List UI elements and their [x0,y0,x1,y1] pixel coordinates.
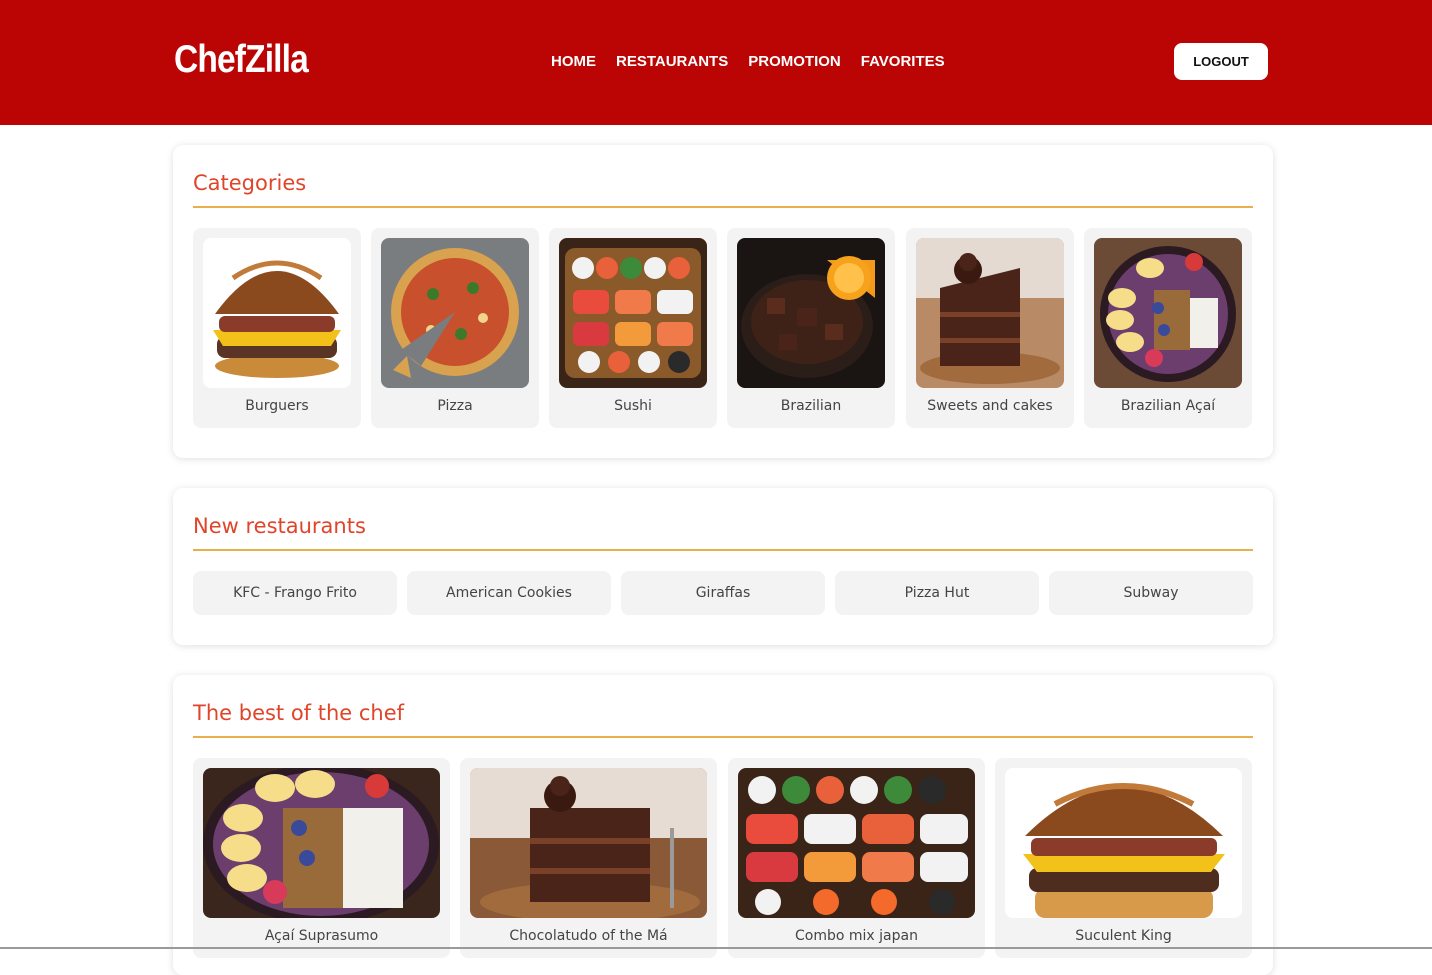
cake-image [916,238,1064,388]
sushi-image [559,238,707,388]
main-nav: HOME RESTAURANTS PROMOTION FAVORITES [551,52,945,72]
section-title: New restaurants [193,514,366,538]
dish-label: Suculent King [1075,928,1172,944]
category-burgers[interactable]: Burguers [193,228,361,428]
dish-label: Chocolatudo of the Má [509,928,668,944]
dish-combo-mix-japan[interactable]: Combo mix japan [728,758,985,958]
nav-favorites[interactable]: FAVORITES [861,52,945,72]
pizza-image [381,238,529,388]
section-divider [193,549,1253,551]
nav-home[interactable]: HOME [551,52,596,72]
top-header: ChefZilla HOME RESTAURANTS PROMOTION FAV… [0,0,1432,125]
category-sweets[interactable]: Sweets and cakes [906,228,1074,428]
new-restaurants-section: New restaurants KFC - Frango Frito Ameri… [173,488,1273,645]
acai-bowl-image [1094,238,1242,388]
category-sushi[interactable]: Sushi [549,228,717,428]
logo[interactable]: ChefZilla [174,38,309,82]
stew-image [737,238,885,388]
cake-image [470,768,707,918]
category-label: Sweets and cakes [927,398,1053,414]
category-label: Brazilian Açaí [1120,398,1216,414]
dish-suculent-king[interactable]: Suculent King [995,758,1252,958]
best-of-chef-section: The best of the chef Açaí Suprasumo Choc… [173,675,1273,975]
category-brazilian[interactable]: Brazilian [727,228,895,428]
category-pizza[interactable]: Pizza [371,228,539,428]
section-title: The best of the chef [193,701,405,725]
dish-chocolatudo[interactable]: Chocolatudo of the Má [460,758,717,958]
sushi-image [738,768,975,918]
nav-promotion[interactable]: PROMOTION [748,52,841,72]
category-acai[interactable]: Brazilian Açaí [1084,228,1252,428]
dish-label: Combo mix japan [795,928,918,944]
burger-image [1005,768,1242,918]
acai-bowl-image [203,768,440,918]
dish-acai-suprasumo[interactable]: Açaí Suprasumo [193,758,450,958]
dish-label: Açaí Suprasumo [264,928,379,944]
restaurant-giraffas[interactable]: Giraffas [621,571,825,615]
logout-button[interactable]: LOGOUT [1174,43,1268,80]
category-label: Sushi [614,398,652,414]
restaurant-subway[interactable]: Subway [1049,571,1253,615]
categories-section: Categories Burguers Pizza Sushi Brazilia… [173,145,1273,458]
nav-restaurants[interactable]: RESTAURANTS [616,52,728,72]
restaurant-kfc[interactable]: KFC - Frango Frito [193,571,397,615]
burger-image [203,238,351,388]
section-title: Categories [193,171,307,195]
category-label: Pizza [437,398,473,414]
restaurant-pizza-hut[interactable]: Pizza Hut [835,571,1039,615]
section-divider [193,206,1253,208]
restaurant-american-cookies[interactable]: American Cookies [407,571,611,615]
category-label: Brazilian [780,398,842,414]
section-divider [193,736,1253,738]
category-label: Burguers [245,398,309,414]
